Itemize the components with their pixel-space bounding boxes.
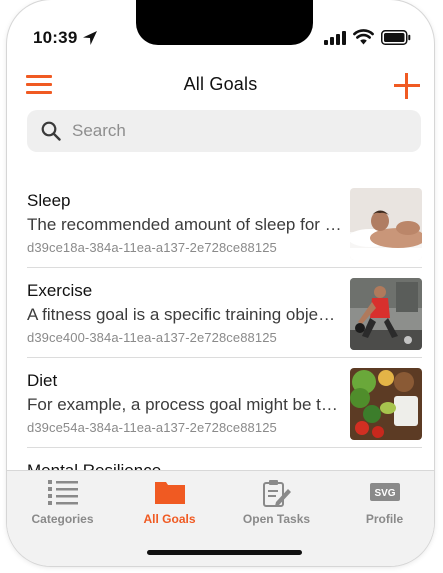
- goal-id: d39ce18a-384a-11ea-a137-2e728ce88125: [27, 240, 277, 255]
- tab-label: Profile: [365, 512, 404, 526]
- goal-title: Exercise: [27, 281, 93, 300]
- location-arrow-icon: [83, 31, 97, 45]
- add-goal-button[interactable]: [394, 73, 420, 99]
- navigation-bar: All Goals: [7, 64, 434, 106]
- goal-row-sleep[interactable]: Sleep The recommended amount of sleep fo…: [7, 178, 434, 268]
- goal-list: Sleep The recommended amount of sleep fo…: [7, 178, 434, 470]
- tab-all-goals[interactable]: All Goals: [116, 471, 223, 531]
- page-title: All Goals: [183, 74, 258, 94]
- search-input[interactable]: [72, 110, 402, 152]
- goal-row-diet[interactable]: Diet For example, a process goal might b…: [7, 358, 434, 448]
- device-notch: [136, 0, 313, 45]
- svg-text:SVG: SVG: [374, 488, 395, 499]
- svg-badge-icon: SVG: [369, 483, 400, 501]
- goal-title: Sleep: [27, 191, 71, 210]
- status-time: 10:39: [33, 28, 78, 47]
- tab-label: All Goals: [143, 512, 196, 526]
- tab-categories[interactable]: Categories: [9, 471, 116, 531]
- cellular-signal-icon: [324, 31, 346, 45]
- goal-id: d39ce400-384a-11ea-a137-2e728ce88125: [27, 330, 277, 345]
- goal-description: For example, a process goal might be to …: [27, 395, 343, 414]
- kettlebell-workout-photo: [350, 278, 422, 350]
- sleeping-man-photo: [350, 188, 422, 260]
- search-bar[interactable]: [27, 110, 421, 152]
- goal-description: The recommended amount of sleep for adul…: [27, 215, 343, 234]
- goal-title: Mental Resilience: [27, 461, 161, 470]
- list-icon: [47, 480, 78, 505]
- tab-profile[interactable]: SVG Profile: [331, 471, 434, 531]
- healthy-food-photo: [350, 368, 422, 440]
- tab-open-tasks[interactable]: Open Tasks: [223, 471, 330, 531]
- goal-row-mental-resilience[interactable]: Mental Resilience: [7, 448, 434, 470]
- clipboard-icon: [262, 480, 291, 507]
- wifi-icon: [353, 29, 374, 45]
- goal-id: d39ce54a-384a-11ea-a137-2e728ce88125: [27, 420, 277, 435]
- goal-row-exercise[interactable]: Exercise A fitness goal is a specific tr…: [7, 268, 434, 358]
- battery-icon: [381, 30, 411, 45]
- search-icon: [41, 121, 61, 141]
- home-indicator: [147, 550, 302, 555]
- tab-label: Categories: [31, 512, 94, 526]
- tab-label: Open Tasks: [242, 512, 311, 526]
- phone-screen: 10:39 All Goals Search Sleep The recomme…: [7, 0, 434, 566]
- goal-description: A fitness goal is a specific training ob…: [27, 305, 343, 324]
- folder-icon: [154, 482, 185, 504]
- goal-title: Diet: [27, 371, 58, 390]
